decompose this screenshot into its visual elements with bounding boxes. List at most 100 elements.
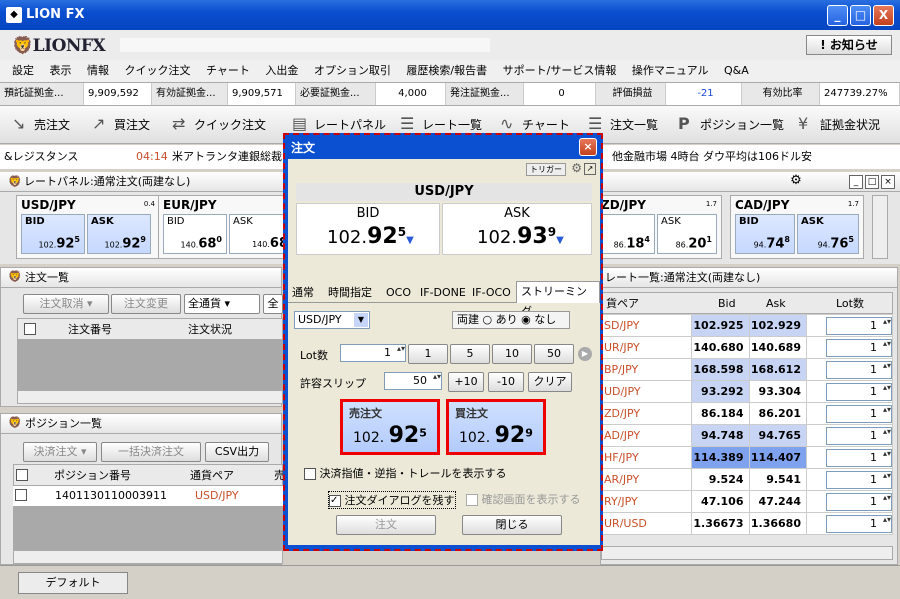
- margin-status-tool[interactable]: ¥ 証拠金状況: [798, 115, 880, 134]
- rate-list-tool[interactable]: ☰ レート一覧: [400, 115, 482, 134]
- col-ask[interactable]: Ask: [766, 293, 786, 315]
- table-row[interactable]: UR/USD 1.36673 1.36680 1: [601, 512, 893, 535]
- menu-info[interactable]: 情報: [87, 64, 109, 77]
- acct-label[interactable]: 発注証拠金...: [446, 83, 524, 105]
- lot-stepper[interactable]: 1: [826, 471, 892, 489]
- col-pair[interactable]: 貨ペア: [606, 293, 639, 315]
- buy-order-tool[interactable]: ↗ 買注文: [92, 115, 150, 134]
- currency-filter[interactable]: 全通貨 ▾: [184, 294, 260, 314]
- row-bid[interactable]: 168.598: [691, 358, 750, 381]
- lot-stepper[interactable]: 1: [826, 515, 892, 533]
- row-bid[interactable]: 1.36673: [691, 512, 750, 535]
- col-position-no[interactable]: ポジション番号: [54, 465, 131, 487]
- rate-panel-tool[interactable]: ▤ レートパネル: [292, 115, 386, 134]
- order-list-tool[interactable]: ☰ 注文一覧: [588, 115, 658, 134]
- sell-order-button[interactable]: 売注文 102. 925: [340, 399, 440, 455]
- h-scrollbar[interactable]: [13, 550, 283, 564]
- menu-quick-order[interactable]: クイック注文: [125, 64, 191, 77]
- lot-stepper[interactable]: 1: [340, 344, 406, 362]
- order-submit-button[interactable]: 注文: [336, 515, 436, 535]
- popout-icon[interactable]: ↗: [584, 163, 596, 175]
- show-settle-checkbox[interactable]: 決済指値・逆指・トレールを表示する: [304, 465, 507, 481]
- dialog-close-button[interactable]: ×: [579, 138, 597, 156]
- close-icon[interactable]: ×: [881, 175, 895, 189]
- menu-settings[interactable]: 設定: [12, 64, 34, 77]
- slippage-plus-button[interactable]: +10: [448, 372, 484, 392]
- row-checkbox[interactable]: [15, 489, 27, 501]
- slippage-stepper[interactable]: 50: [384, 372, 442, 390]
- row-bid[interactable]: 114.389: [691, 446, 750, 469]
- close-button[interactable]: X: [873, 5, 894, 26]
- dialog-ask-box[interactable]: ASK 102.939▼: [442, 203, 592, 255]
- gear-icon[interactable]: ⚙: [788, 174, 804, 189]
- filter2[interactable]: 全: [263, 294, 283, 314]
- tab-time[interactable]: 時間指定: [328, 283, 372, 303]
- row-ask[interactable]: 94.765: [748, 424, 807, 447]
- restore-icon[interactable]: □: [865, 175, 879, 189]
- row-ask[interactable]: 93.304: [748, 380, 807, 403]
- tab-oco[interactable]: OCO: [386, 283, 411, 303]
- card-bid[interactable]: BID 102.925: [21, 214, 85, 254]
- menu-manual[interactable]: 操作マニュアル: [632, 64, 709, 77]
- row-ask[interactable]: 9.541: [748, 468, 807, 491]
- card-bid[interactable]: 86.184: [599, 214, 655, 254]
- row-bid[interactable]: 47.106: [691, 490, 750, 513]
- card-bid[interactable]: BID 94.748: [735, 214, 795, 254]
- quick-order-tool[interactable]: ⇄ クイック注文: [172, 115, 266, 134]
- row-bid[interactable]: 140.680: [691, 336, 750, 359]
- gear-icon[interactable]: ⚙: [571, 161, 582, 175]
- confirm-checkbox[interactable]: 確認画面を表示する: [466, 491, 581, 507]
- row-bid[interactable]: 102.925: [691, 314, 750, 337]
- table-row[interactable]: UD/JPY 93.292 93.304 1: [601, 380, 893, 403]
- col-order-no[interactable]: 注文番号: [68, 319, 112, 341]
- col-lot[interactable]: Lot数: [836, 293, 864, 315]
- row-ask[interactable]: 102.929: [748, 314, 807, 337]
- tab-streaming[interactable]: ストリーミング: [516, 281, 600, 318]
- tab-normal[interactable]: 通常: [292, 283, 314, 303]
- row-bid[interactable]: 94.748: [691, 424, 750, 447]
- acct-label[interactable]: 必要証拠金...: [296, 83, 376, 105]
- csv-export-button[interactable]: CSV出力: [205, 442, 269, 462]
- table-row[interactable]: SD/JPY 102.925 102.929 1: [601, 314, 893, 337]
- menu-support[interactable]: サポート/サービス情報: [503, 64, 617, 77]
- menu-chart[interactable]: チャート: [206, 64, 250, 77]
- dialog-bid-box[interactable]: BID 102.925▼: [296, 203, 440, 255]
- card-ask[interactable]: ASK 86.201: [657, 214, 717, 254]
- dialog-cancel-button[interactable]: 閉じる: [462, 515, 562, 535]
- menu-qa[interactable]: Q&A: [724, 64, 749, 77]
- menu-history[interactable]: 履歴検索/報告書: [406, 64, 487, 77]
- row-ask[interactable]: 114.407: [748, 446, 807, 469]
- pair-select[interactable]: USD/JPY ▼: [294, 311, 370, 329]
- col-order-status[interactable]: 注文状況: [188, 319, 232, 341]
- menu-view[interactable]: 表示: [50, 64, 72, 77]
- hedge-no-radio[interactable]: ◉ なし: [521, 313, 556, 326]
- lot-stepper[interactable]: 1: [826, 449, 892, 467]
- acct-label[interactable]: 有効証拠金...: [152, 83, 228, 105]
- tab-if-oco[interactable]: IF-OCO: [472, 283, 511, 303]
- col-bid[interactable]: Bid: [718, 293, 736, 315]
- col-pair[interactable]: 通貨ペア: [190, 465, 234, 487]
- cancel-order-button[interactable]: 注文取消 ▾: [23, 294, 109, 314]
- hedge-yes-radio[interactable]: ○ あり: [483, 313, 518, 326]
- keep-dialog-checkbox[interactable]: ✓ 注文ダイアログを残す: [328, 491, 456, 509]
- row-ask[interactable]: 86.201: [748, 402, 807, 425]
- row-ask[interactable]: 140.689: [748, 336, 807, 359]
- tab-default[interactable]: デフォルト: [18, 572, 128, 594]
- row-ask[interactable]: 1.36680: [748, 512, 807, 535]
- clear-button[interactable]: クリア: [528, 372, 572, 392]
- h-scrollbar[interactable]: [17, 390, 283, 404]
- menu-options[interactable]: オプション取引: [314, 64, 391, 77]
- table-row[interactable]: UR/JPY 140.680 140.689 1: [601, 336, 893, 359]
- next-icon[interactable]: ▶: [578, 347, 592, 361]
- table-row[interactable]: RY/JPY 47.106 47.244 1: [601, 490, 893, 513]
- rate-card[interactable]: CAD/JPY 1.7 BID 94.748 ASK 94.765: [730, 195, 864, 259]
- card-ask[interactable]: ASK 102.929: [87, 214, 151, 254]
- lot-stepper[interactable]: 1: [826, 427, 892, 445]
- rate-card[interactable]: ZD/JPY 1.7 86.184 ASK 86.201: [596, 195, 722, 259]
- row-bid[interactable]: 86.184: [691, 402, 750, 425]
- table-row[interactable]: BP/JPY 168.598 168.612 1: [601, 358, 893, 381]
- lot-stepper[interactable]: 1: [826, 383, 892, 401]
- minimize-button[interactable]: _: [827, 5, 848, 26]
- row-ask[interactable]: 168.612: [748, 358, 807, 381]
- menu-deposit[interactable]: 入出金: [265, 64, 298, 77]
